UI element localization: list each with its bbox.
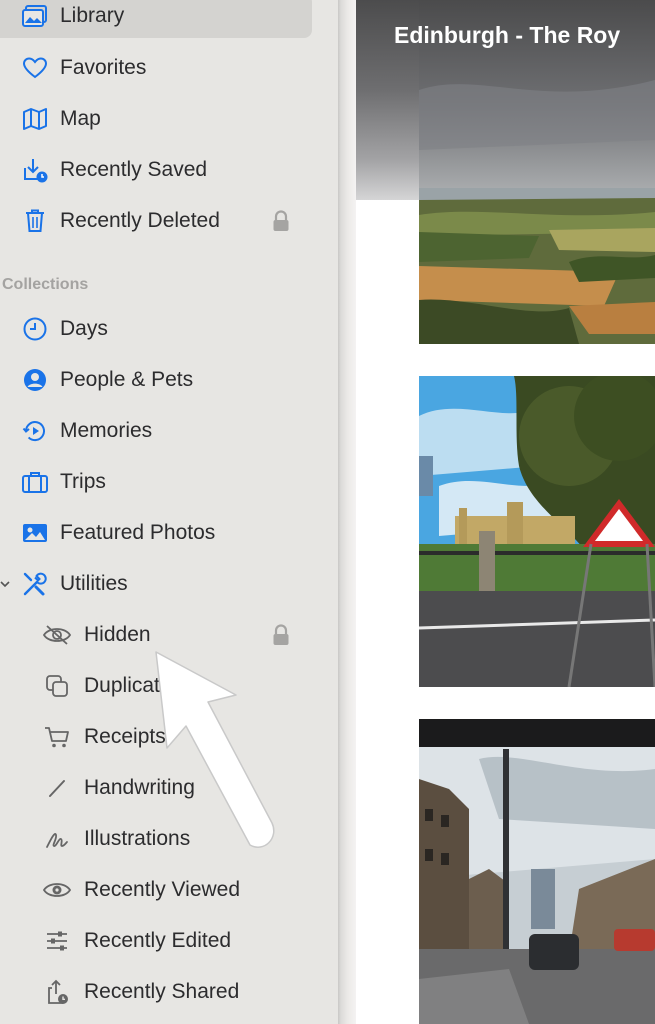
sidebar-item-utilities[interactable]: Utilities — [0, 562, 312, 606]
sidebar-item-label: Map — [60, 107, 101, 130]
sidebar-item-days[interactable]: Days — [0, 307, 312, 351]
cart-icon — [42, 722, 72, 752]
sidebar-divider[interactable] — [338, 0, 356, 1024]
sidebar-item-label: Hidden — [84, 623, 151, 646]
sidebar-item-label: Favorites — [60, 56, 147, 79]
sidebar-item-label: Utilities — [60, 572, 128, 595]
photo-grid: Edinburgh - The Roy — [356, 0, 655, 1024]
sidebar-item-map[interactable]: Map — [0, 97, 312, 141]
map-icon — [20, 104, 50, 134]
tools-icon — [20, 569, 50, 599]
clock-icon — [20, 314, 50, 344]
featured-photo-icon — [20, 518, 50, 548]
pencil-icon — [42, 773, 72, 803]
memories-icon — [20, 416, 50, 446]
photo-city-street[interactable] — [419, 719, 655, 1024]
photo-castle-street[interactable] — [419, 376, 655, 687]
sidebar-item-label: Recently Viewed — [84, 878, 241, 901]
page-title: Edinburgh - The Roy — [394, 22, 621, 48]
sidebar-item-label: Recently Shared — [84, 980, 240, 1003]
share-icon — [42, 977, 72, 1007]
chevron-down-icon[interactable] — [0, 576, 10, 593]
sidebar-item-label: Illustrations — [84, 827, 191, 850]
sidebar-item-hidden[interactable]: Hidden — [0, 613, 312, 657]
sliders-icon — [42, 926, 72, 956]
suitcase-icon — [20, 467, 50, 497]
sidebar-item-recently-shared[interactable]: Recently Shared — [0, 970, 312, 1014]
sidebar-item-label: Days — [60, 317, 108, 340]
sidebar-item-recently-saved[interactable]: Recently Saved — [0, 148, 312, 192]
sidebar-item-recently-viewed[interactable]: Recently Viewed — [0, 868, 312, 912]
sidebar-item-label: Receipts — [84, 725, 166, 748]
sidebar-item-receipts[interactable]: Receipts — [0, 715, 312, 759]
scribble-icon — [42, 824, 72, 854]
sidebar-item-illustrations[interactable]: Illustrations — [0, 817, 312, 861]
recently-saved-icon — [20, 155, 50, 185]
sidebar-item-label: Memories — [60, 419, 153, 442]
sidebar-item-label: Recently Deleted — [60, 209, 220, 232]
sidebar-item-label: Featured Photos — [60, 521, 216, 544]
person-icon — [20, 365, 50, 395]
sidebar-item-recently-edited[interactable]: Recently Edited — [0, 919, 312, 963]
sidebar-item-library[interactable]: Library — [0, 0, 312, 38]
sidebar-item-label: Handwriting — [84, 776, 195, 799]
duplicate-icon — [42, 671, 72, 701]
sidebar-item-label: Duplicates — [84, 674, 183, 697]
sidebar-item-favorites[interactable]: Favorites — [0, 46, 312, 90]
eye-slash-icon — [42, 620, 72, 650]
sidebar-item-label: Trips — [60, 470, 106, 493]
sidebar-item-label: People & Pets — [60, 368, 194, 391]
collections-header: Collections — [2, 276, 89, 293]
sidebar-item-featured-photos[interactable]: Featured Photos — [0, 511, 312, 555]
sidebar-item-handwriting[interactable]: Handwriting — [0, 766, 312, 810]
sidebar-item-people-pets[interactable]: People & Pets — [0, 358, 312, 402]
sidebar-item-label: Recently Saved — [60, 158, 208, 181]
sidebar-item-label: Library — [60, 4, 125, 27]
heart-icon — [20, 53, 50, 83]
sidebar-item-label: Recently Edited — [84, 929, 232, 952]
eye-icon — [42, 875, 72, 905]
trash-icon — [20, 206, 50, 236]
sidebar-item-trips[interactable]: Trips — [0, 460, 312, 504]
lock-icon — [272, 624, 290, 646]
sidebar-item-recently-deleted[interactable]: Recently Deleted — [0, 199, 312, 243]
lock-icon — [272, 210, 290, 232]
sidebar: Library Favorites Map Recently Saved Rec… — [0, 0, 338, 1024]
sidebar-item-duplicates[interactable]: Duplicates — [0, 664, 312, 708]
sidebar-item-memories[interactable]: Memories — [0, 409, 312, 453]
photo-landscape-hills[interactable] — [419, 0, 655, 344]
photo-library-icon — [20, 1, 50, 31]
